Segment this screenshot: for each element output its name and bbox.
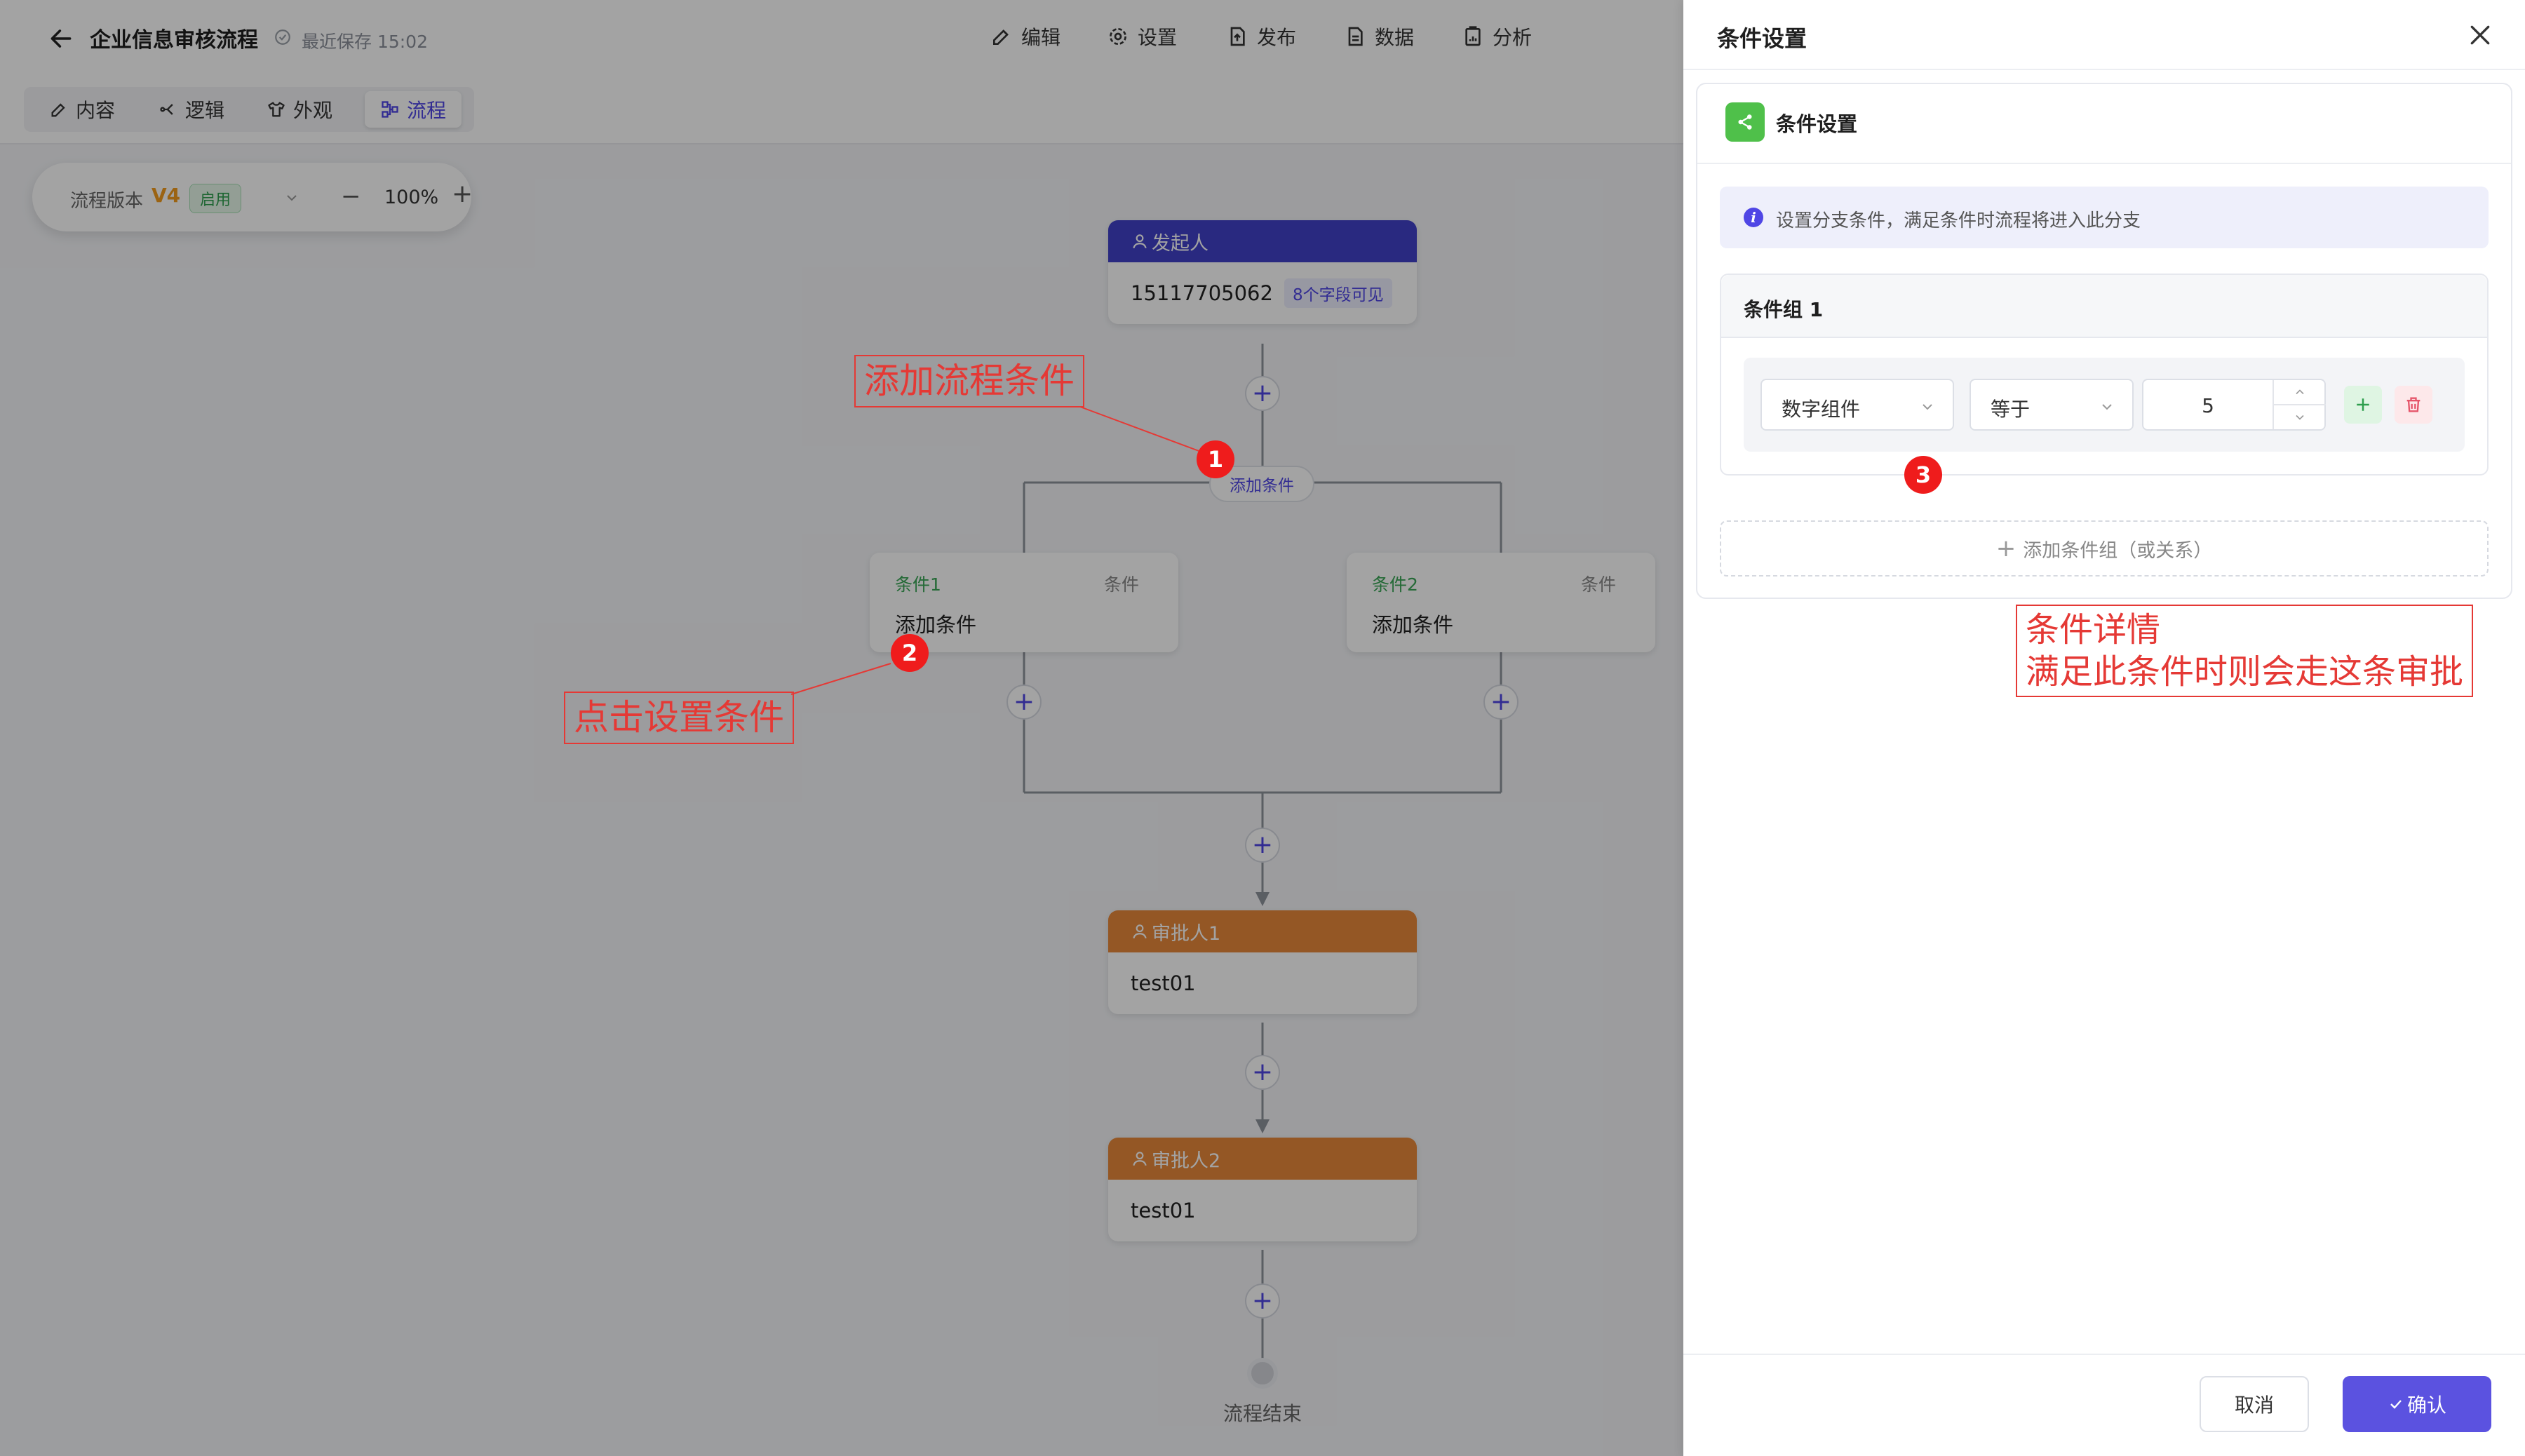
confirm-label: 确认 xyxy=(2406,1394,2446,1417)
annotation-label-1: 添加流程条件 xyxy=(854,355,1084,407)
condition-settings-drawer: 条件设置 条件设置 i 设置分支条件，满足条件时流程将进入此分支 条件组 1 数… xyxy=(1683,0,2525,1456)
annotation-marker-1: 1 xyxy=(1197,440,1234,478)
operator-select[interactable]: 等于 xyxy=(1969,379,2134,431)
value-number: 5 xyxy=(2202,394,2214,417)
trash-icon xyxy=(2406,397,2420,412)
delete-rule-button[interactable] xyxy=(2395,386,2432,424)
card-header: 条件设置 xyxy=(1697,84,2511,164)
drawer-title: 条件设置 xyxy=(1717,25,1807,52)
chevron-up-icon xyxy=(2296,389,2304,395)
condition-rule-row: 数字组件 等于 5 xyxy=(1744,358,2465,452)
operator-select-value: 等于 xyxy=(1991,398,2031,421)
annotation-label-3-line-1: 条件详情 xyxy=(2026,610,2161,649)
info-icon: i xyxy=(1744,208,1763,227)
cancel-button[interactable]: 取消 xyxy=(2200,1376,2309,1432)
info-text: 设置分支条件，满足条件时流程将进入此分支 xyxy=(1776,210,2141,231)
chevron-down-icon xyxy=(2296,414,2304,420)
chevron-down-icon xyxy=(2102,404,2112,410)
divider xyxy=(1683,1354,2525,1355)
annotation-marker-3: 3 xyxy=(1904,456,1942,494)
info-alert: i 设置分支条件，满足条件时流程将进入此分支 xyxy=(1720,187,2489,248)
increment-button[interactable] xyxy=(2274,380,2326,405)
condition-settings-card: 条件设置 i 设置分支条件，满足条件时流程将进入此分支 条件组 1 数字组件 等… xyxy=(1696,83,2512,599)
plus-icon xyxy=(2357,398,2369,411)
condition-group-title: 条件组 1 xyxy=(1744,298,1824,321)
condition-group: 条件组 1 数字组件 等于 5 xyxy=(1720,274,2489,476)
field-select[interactable]: 数字组件 xyxy=(1760,379,1954,431)
number-stepper xyxy=(2272,380,2326,429)
annotation-label-3-line-2: 满足此条件时则会走这条审批 xyxy=(2026,652,2464,692)
decrement-button[interactable] xyxy=(2274,405,2326,429)
value-number-input[interactable]: 5 xyxy=(2142,379,2326,431)
add-rule-button[interactable] xyxy=(2344,386,2382,424)
condition-group-header: 条件组 1 xyxy=(1721,275,2487,338)
annotation-label-3: 条件详情 满足此条件时则会走这条审批 xyxy=(2016,605,2474,697)
add-condition-group-label: 添加条件组（或关系） xyxy=(2023,539,2213,562)
share-icon xyxy=(1725,102,1765,142)
field-select-value: 数字组件 xyxy=(1782,398,1861,421)
chevron-down-icon xyxy=(1923,404,1932,410)
card-title: 条件设置 xyxy=(1776,112,1858,136)
annotation-marker-2: 2 xyxy=(891,634,929,672)
share-glyph-icon xyxy=(1738,114,1752,130)
add-condition-group-button[interactable]: + 添加条件组（或关系） xyxy=(1720,520,2489,577)
annotation-label-2: 点击设置条件 xyxy=(564,692,794,744)
confirm-button[interactable]: 确认 xyxy=(2343,1376,2491,1432)
close-icon[interactable] xyxy=(2466,21,2494,49)
plus-icon: + xyxy=(1995,534,2016,562)
check-icon xyxy=(2390,1400,2402,1409)
divider xyxy=(1683,69,2525,70)
